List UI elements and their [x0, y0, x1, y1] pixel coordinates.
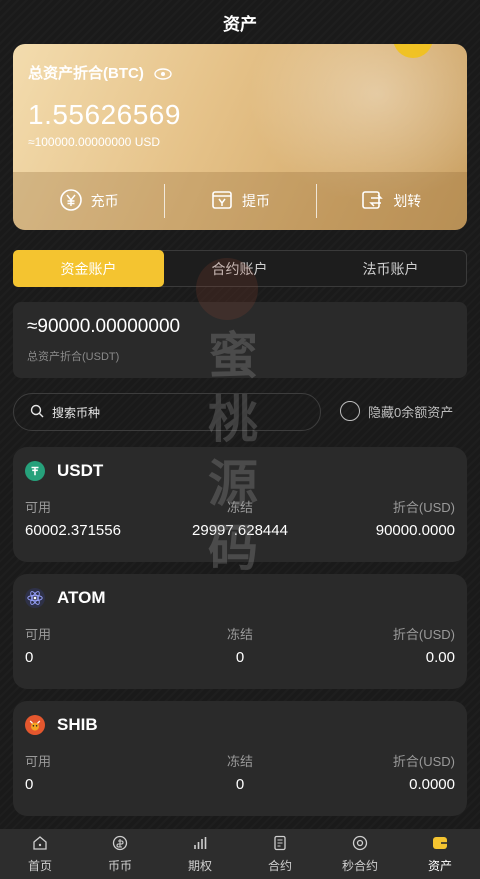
- search-icon: [30, 404, 44, 421]
- hide-zero-label: 隐藏0余额资产: [368, 404, 454, 420]
- bottom-nav: 首页 币币 期权 合约 秒合约 资产: [0, 829, 480, 879]
- search-placeholder: 搜索币种: [52, 405, 101, 420]
- transfer-icon: [361, 188, 385, 215]
- atom-logo-icon: [25, 588, 45, 608]
- nav-item-spot[interactable]: 币币: [80, 829, 160, 879]
- nav-label: 期权: [187, 858, 212, 873]
- total-assets-label: 总资产折合(BTC): [28, 65, 144, 82]
- frozen-value: 0: [235, 776, 245, 793]
- nav-label: 首页: [27, 858, 52, 873]
- hide-zero-toggle[interactable]: 隐藏0余额资产: [340, 401, 453, 421]
- nav-item-contract[interactable]: 合约: [240, 829, 320, 879]
- nav-item-second-contract[interactable]: 秒合约: [320, 829, 400, 879]
- deposit-label: 充币: [90, 193, 119, 209]
- value-label: 折合(USD): [392, 754, 455, 769]
- chart-bars-icon: [192, 835, 208, 854]
- value-label: 折合(USD): [392, 627, 455, 642]
- home-icon: [32, 835, 48, 854]
- document-icon: [272, 835, 288, 854]
- deposit-button[interactable]: 充币: [13, 172, 164, 230]
- nav-item-options[interactable]: 期权: [160, 829, 240, 879]
- withdraw-label: 提币: [241, 193, 270, 209]
- frozen-value: 0: [235, 649, 245, 666]
- tab-funding-account[interactable]: 资金账户: [13, 250, 164, 287]
- withdraw-button[interactable]: 提币: [164, 172, 315, 230]
- usd-value: 0.0000: [409, 776, 455, 793]
- nav-label: 币币: [107, 858, 132, 873]
- total-usdt-value: ≈90000.00000000: [27, 316, 181, 337]
- target-icon: [352, 835, 368, 854]
- coin-name: SHIB: [57, 715, 98, 734]
- btc-balance: 1.55626569: [28, 99, 181, 130]
- nav-label: 合约: [267, 858, 292, 873]
- search-input[interactable]: 搜索币种: [13, 393, 321, 431]
- asset-summary-card: 总资产折合(BTC) 1.55626569 ≈100000.00000000 U…: [13, 44, 467, 230]
- coin-name: ATOM: [57, 588, 106, 607]
- page-title: 资产: [223, 14, 257, 34]
- transfer-label: 划转: [393, 193, 422, 209]
- coin-name: USDT: [57, 461, 104, 480]
- usd-value: 0.00: [425, 649, 455, 666]
- total-assets-title: 总资产折合(BTC): [28, 62, 172, 83]
- coin-card-usdt[interactable]: USDT 可用 冻结 折合(USD) 60002.371556 29997.62…: [13, 447, 467, 562]
- withdraw-icon: [210, 188, 234, 215]
- eye-icon[interactable]: [154, 67, 172, 80]
- nav-item-home[interactable]: 首页: [0, 829, 80, 879]
- wallet-icon: [432, 835, 448, 854]
- usd-balance: ≈100000.00000000 USD: [28, 135, 161, 149]
- card-actions: 充币 提币 划转: [13, 172, 467, 230]
- total-usdt-box: ≈90000.00000000 总资产折合(USDT): [13, 302, 467, 378]
- nav-label: 秒合约: [341, 858, 378, 873]
- coin-icon: [112, 835, 128, 854]
- nav-label: 资产: [427, 858, 452, 873]
- deposit-icon: [59, 188, 83, 215]
- coin-card-shib[interactable]: SHIB 可用 冻结 折合(USD) 0 0 0.0000: [13, 701, 467, 816]
- tab-contract-account[interactable]: 合约账户: [164, 251, 315, 286]
- transfer-button[interactable]: 划转: [315, 172, 467, 230]
- total-usdt-label: 总资产折合(USDT): [27, 351, 120, 363]
- usd-value: 90000.0000: [375, 522, 455, 539]
- nav-item-assets[interactable]: 资产: [400, 829, 480, 879]
- tab-fiat-account[interactable]: 法币账户: [315, 251, 466, 286]
- value-label: 折合(USD): [392, 500, 455, 515]
- usdt-logo-icon: [25, 461, 45, 481]
- account-tabs: 资金账户 合约账户 法币账户: [13, 250, 467, 287]
- hide-zero-radio[interactable]: [340, 401, 360, 421]
- coin-card-atom[interactable]: ATOM 可用 冻结 折合(USD) 0 0 0.00: [13, 574, 467, 689]
- shib-logo-icon: [25, 715, 45, 735]
